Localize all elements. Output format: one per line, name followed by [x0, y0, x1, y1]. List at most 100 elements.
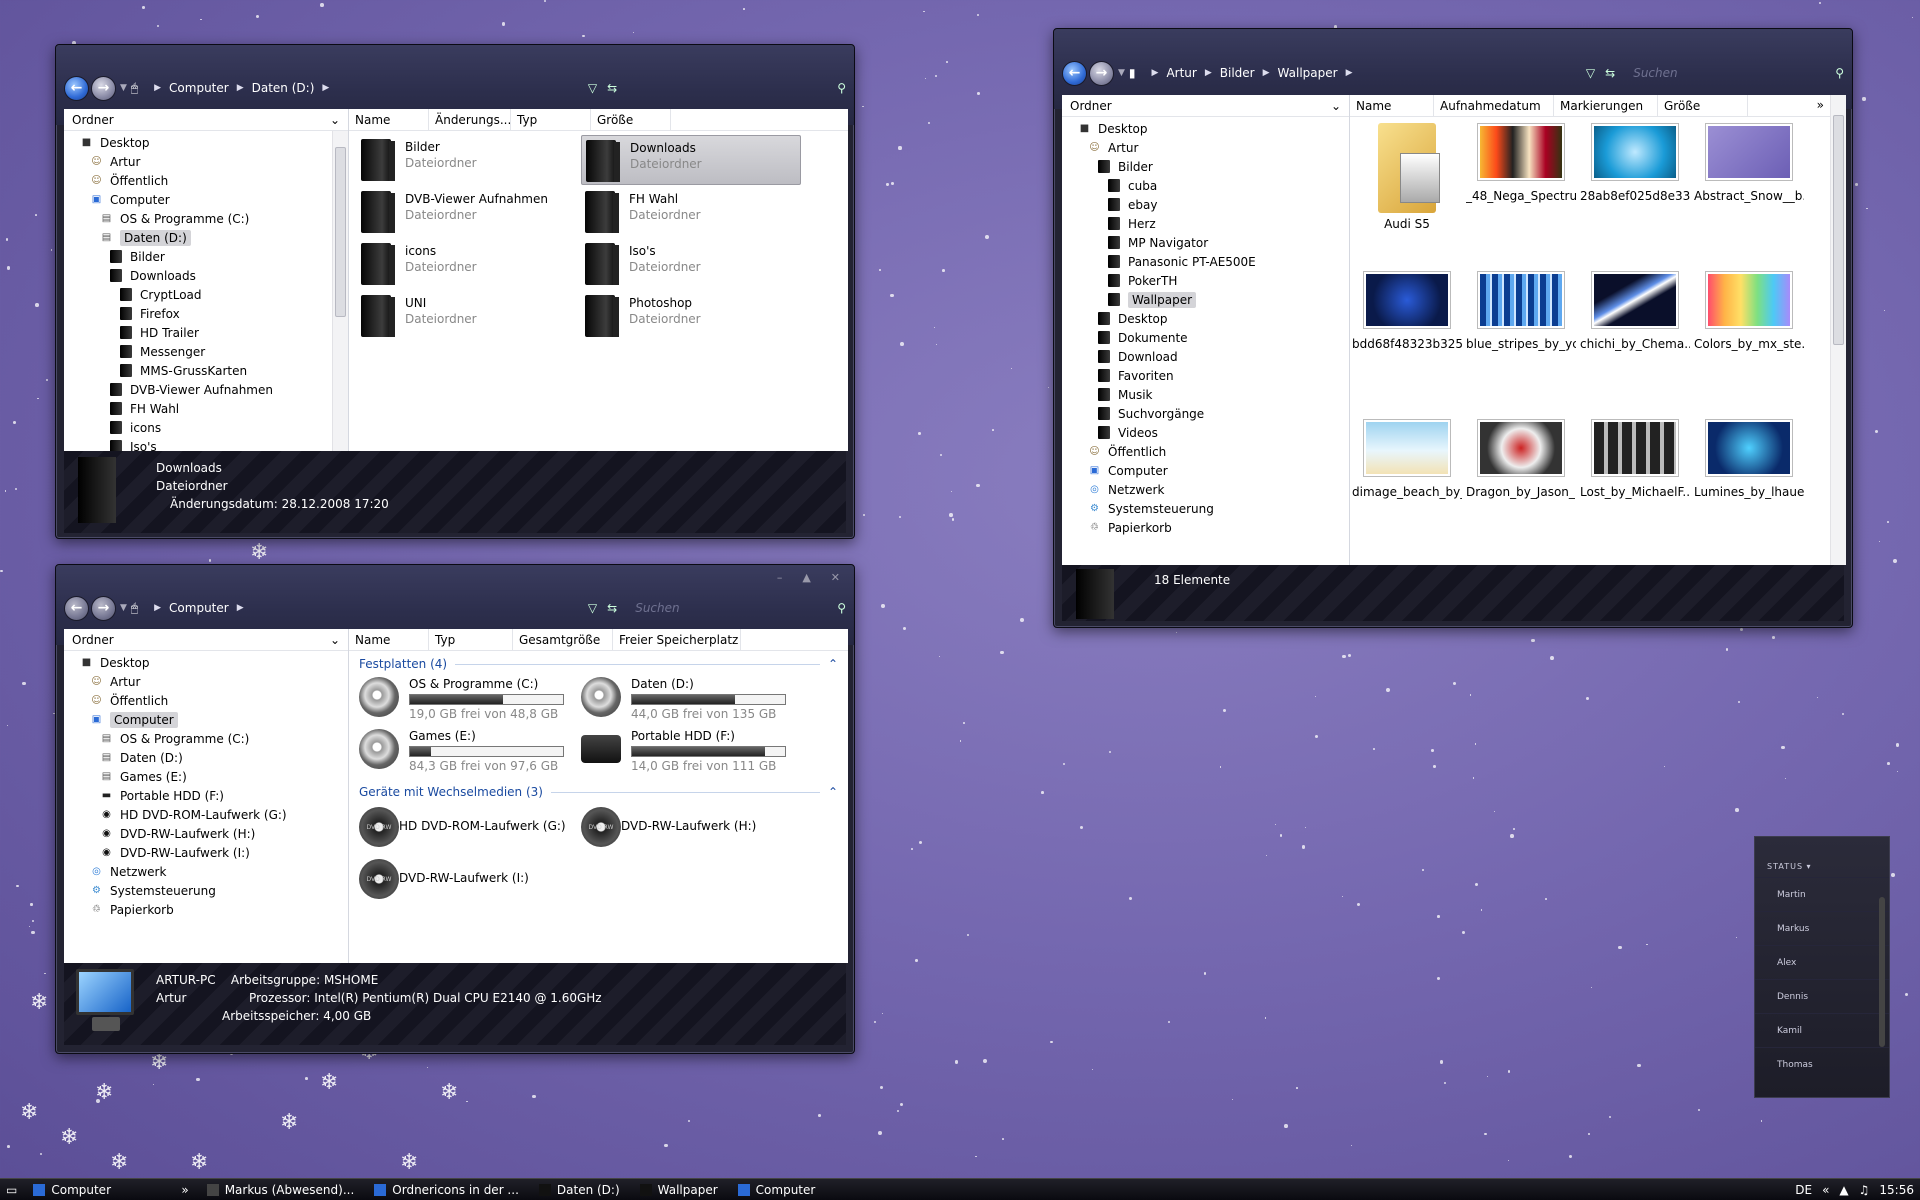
crumb-computer[interactable]: Computer [169, 81, 229, 95]
thumbnail-item[interactable]: blue_stripes_by_yc... [1466, 271, 1576, 351]
tree-item[interactable]: ▣ Computer [64, 710, 348, 729]
thumbnail-view[interactable]: Name Aufnahmedatum Markierungen Größe » Aud… [1350, 95, 1846, 565]
refresh-icon[interactable]: ⇆ [607, 81, 617, 95]
chevron-down-icon[interactable]: ⌄ [1331, 99, 1341, 113]
thumbnail-item[interactable]: bdd68f48323b325... [1352, 271, 1462, 351]
thumbnail-item[interactable]: chichi_by_Chema... [1580, 271, 1690, 351]
column-header[interactable]: Name [349, 109, 429, 130]
column-header[interactable]: Aufnahmedatum [1434, 95, 1554, 116]
explorer-window-wallpaper[interactable]: ← → ▼ ▮ ▶ Artur ▶ Bilder ▶ Wallpaper ▶ ▽… [1053, 28, 1853, 628]
column-header[interactable]: Name [349, 629, 429, 650]
folder-tree[interactable]: Ordner ⌄ ■ Desktop ☺ Artur ☺ Öffentlich ▣ Comput… [64, 109, 349, 451]
search-icon[interactable]: ⚲ [1835, 66, 1844, 80]
contact-item[interactable]: Thomas [1755, 1047, 1889, 1081]
tree-item[interactable]: Desktop [1062, 309, 1349, 328]
tree-item[interactable]: ▤ OS & Programme (C:) [64, 729, 348, 748]
breadcrumb[interactable]: 🖱 ▶ Computer ▶ [131, 601, 588, 616]
thumbnail-item[interactable]: Lumines_by_lhaue... [1694, 419, 1804, 499]
crumb-artur[interactable]: Artur [1166, 66, 1196, 80]
tree-item[interactable]: CryptLoad [64, 285, 348, 304]
tree-header[interactable]: Ordner ⌄ [64, 629, 348, 651]
tree-item[interactable]: Dokumente [1062, 328, 1349, 347]
tree-item[interactable]: ▤ Daten (D:) [64, 228, 348, 247]
tree-item[interactable]: MP Navigator [1062, 233, 1349, 252]
group-header-drives[interactable]: Festplatten (4) ⌃ [359, 657, 838, 671]
group-header-removable[interactable]: Geräte mit Wechselmedien (3) ⌃ [359, 785, 838, 799]
folder-tree[interactable]: Ordner ⌄ ■ Desktop ☺ Artur Bilder cuba ebay Herz… [1062, 95, 1350, 565]
taskbar-button[interactable]: Wallpaper [630, 1179, 728, 1200]
tree-item[interactable]: Suchvorgänge [1062, 404, 1349, 423]
tree-item[interactable]: ☺ Öffentlich [1062, 442, 1349, 461]
removable-drive-item[interactable]: DVD RW DVD-RW-Laufwerk (I:) [359, 859, 579, 907]
contact-item[interactable]: Markus [1755, 911, 1889, 945]
thumbnail-item[interactable]: Abstract_Snow__b... [1694, 123, 1804, 203]
tree-item[interactable]: ◎ Netzwerk [64, 862, 348, 881]
messenger-status-gadget[interactable]: STATUS ▾ Martin Markus Alex Dennis Kamil Thom… [1754, 836, 1890, 1098]
tree-item[interactable]: ⚙ Systemsteuerung [64, 881, 348, 900]
tree-item[interactable]: Herz [1062, 214, 1349, 233]
thumbnail-item[interactable]: _48_Nega_Spectru... [1466, 123, 1576, 203]
taskbar-button[interactable]: Computer [728, 1179, 826, 1200]
removable-drive-item[interactable]: DVD RW HD DVD-ROM-Laufwerk (G:) [359, 807, 579, 855]
forward-button[interactable]: → [91, 75, 116, 101]
folder-item[interactable]: UNI Dateiordner [357, 291, 577, 341]
search-input[interactable]: Suchen [1625, 66, 1825, 80]
tree-item[interactable]: Wallpaper [1062, 290, 1349, 309]
tree-item[interactable]: ▣ Computer [64, 190, 348, 209]
column-header[interactable]: Größe [1658, 95, 1748, 116]
tree-item[interactable]: Iso's [64, 437, 348, 451]
drive-item[interactable]: OS & Programme (C:) 19,0 GB frei von 48,8… [359, 677, 579, 725]
search-icon[interactable]: ⚲ [837, 81, 846, 95]
tree-item[interactable]: ◉ HD DVD-ROM-Laufwerk (G:) [64, 805, 348, 824]
removable-drive-item[interactable]: DVD RW DVD-RW-Laufwerk (H:) [581, 807, 801, 855]
tree-item[interactable]: Bilder [64, 247, 348, 266]
tree-item[interactable]: ▤ Daten (D:) [64, 748, 348, 767]
more-columns-icon[interactable]: » [1817, 98, 1824, 112]
contact-item[interactable]: Kamil [1755, 1013, 1889, 1047]
breadcrumb[interactable]: ▮ ▶ Artur ▶ Bilder ▶ Wallpaper ▶ [1129, 66, 1586, 80]
thumbnail-item[interactable]: Dragon_by_Jason_... [1466, 419, 1576, 499]
tree-header[interactable]: Ordner ⌄ [1062, 95, 1349, 117]
tree-item[interactable]: ▤ Games (E:) [64, 767, 348, 786]
tree-item[interactable]: ☺ Artur [64, 152, 348, 171]
tree-item[interactable]: ebay [1062, 195, 1349, 214]
tree-item[interactable]: Musik [1062, 385, 1349, 404]
tree-item[interactable]: ☺ Artur [1062, 138, 1349, 157]
contact-item[interactable]: Alex [1755, 945, 1889, 979]
explorer-window-computer[interactable]: – ▲ ✕ ← → ▼ 🖱 ▶ Computer ▶ ▽ ⇆ Suchen ⚲ … [55, 564, 855, 1054]
tree-item[interactable]: PokerTH [1062, 271, 1349, 290]
folder-item[interactable]: icons Dateiordner [357, 239, 577, 289]
taskbar-button[interactable]: Computer [23, 1179, 173, 1200]
drive-list[interactable]: Name Typ Gesamtgröße Freier Speicherplatz F… [349, 629, 848, 963]
chevron-down-icon[interactable]: ▽ [1586, 66, 1595, 80]
tree-header[interactable]: Ordner ⌄ [64, 109, 348, 131]
drive-item[interactable]: Games (E:) 84,3 GB frei von 97,6 GB [359, 729, 579, 777]
collapse-icon[interactable]: ⌃ [828, 785, 838, 799]
network-tray-icon[interactable]: ▲ [1839, 1183, 1848, 1197]
tree-item[interactable]: ▣ Computer [1062, 461, 1349, 480]
tree-item[interactable]: ▬ Portable HDD (F:) [64, 786, 348, 805]
column-header[interactable]: Typ [429, 629, 513, 650]
crumb-daten[interactable]: Daten (D:) [252, 81, 315, 95]
tree-item[interactable]: DVB-Viewer Aufnahmen [64, 380, 348, 399]
column-header[interactable]: Größe [591, 109, 671, 130]
tree-item[interactable]: ♲ Papierkorb [64, 900, 348, 919]
column-header[interactable]: Name [1350, 95, 1434, 116]
tree-item[interactable]: ☺ Öffentlich [64, 171, 348, 190]
back-button[interactable]: ← [1062, 60, 1087, 86]
back-button[interactable]: ← [64, 75, 89, 101]
chevron-down-icon[interactable]: ⌄ [330, 113, 340, 127]
tree-item[interactable]: HD Trailer [64, 323, 348, 342]
chevron-down-icon[interactable]: ▽ [588, 601, 597, 615]
thumbnail-item[interactable]: 28ab8ef025d8e33f... [1580, 123, 1690, 203]
crumb-bilder[interactable]: Bilder [1220, 66, 1255, 80]
chevron-down-icon[interactable]: ⌄ [330, 633, 340, 647]
tree-item[interactable]: Firefox [64, 304, 348, 323]
tree-item[interactable]: Bilder [1062, 157, 1349, 176]
status-dropdown[interactable]: STATUS ▾ [1755, 837, 1889, 877]
tree-item[interactable]: ⚙ Systemsteuerung [1062, 499, 1349, 518]
folder-item[interactable]: FH Wahl Dateiordner [581, 187, 801, 237]
crumb-computer[interactable]: Computer [169, 601, 229, 615]
taskbar-button[interactable]: Ordnericons in der ... [364, 1179, 529, 1200]
chevron-more-icon[interactable]: » [181, 1183, 188, 1197]
